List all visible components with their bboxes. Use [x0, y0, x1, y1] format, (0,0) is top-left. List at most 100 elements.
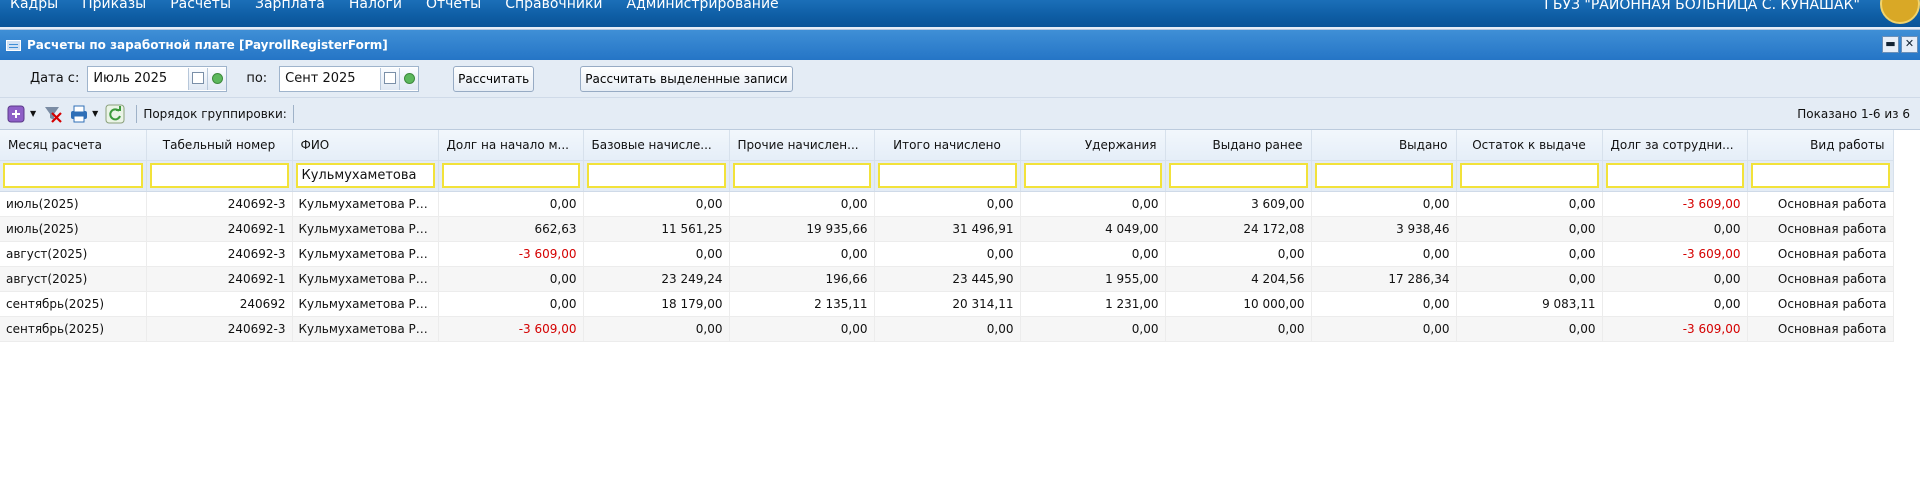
table-cell: 0,00: [1311, 316, 1457, 342]
column-header[interactable]: Удержания: [1020, 130, 1166, 161]
add-icon[interactable]: [6, 103, 28, 125]
column-filter-input[interactable]: [586, 163, 726, 188]
date-to-field[interactable]: Сент 2025: [279, 65, 420, 92]
column-filter-input[interactable]: [3, 163, 143, 188]
table-cell: -3 609,00: [438, 316, 584, 342]
chevron-down-icon[interactable]: ▼: [30, 109, 36, 118]
table-cell: -3 609,00: [1602, 191, 1748, 217]
table-row[interactable]: август(2025) 240692-1 Кульмухаметова Ро...…: [0, 266, 1894, 292]
column-header[interactable]: Месяц расчета: [0, 130, 147, 161]
column-filter-input[interactable]: [149, 163, 289, 188]
table-cell: 0,00: [1311, 241, 1457, 267]
table-cell: август(2025): [0, 241, 147, 267]
calendar-icon[interactable]: [188, 67, 208, 90]
date-from-value[interactable]: Июль 2025: [88, 71, 188, 86]
table-cell: 9 083,11: [1456, 291, 1603, 317]
column-filter-input[interactable]: [732, 163, 871, 188]
calculate-button[interactable]: Рассчитать: [453, 65, 535, 92]
table-cell: 20 314,11: [874, 291, 1021, 317]
table-row[interactable]: август(2025) 240692-3 Кульмухаметова Ро...…: [0, 241, 1894, 267]
column-filter-input[interactable]: [1459, 163, 1599, 188]
calendar-icon[interactable]: [380, 67, 400, 90]
top-menu-bar: Кадры Приказы Расчеты Зарплата Налоги Отчеты С…: [0, 0, 1920, 27]
print-icon[interactable]: [68, 103, 90, 125]
table-cell: 0,00: [1456, 216, 1603, 242]
column-filter-input[interactable]: [1314, 163, 1453, 188]
column-filter-input[interactable]: [877, 163, 1017, 188]
column-header[interactable]: Вид работы: [1747, 130, 1894, 161]
filter-cell: [1165, 160, 1312, 192]
refresh-icon[interactable]: [104, 103, 126, 125]
column-header[interactable]: Выдано ранее: [1165, 130, 1312, 161]
column-header[interactable]: Базовые начисле...: [583, 130, 730, 161]
table-cell: 0,00: [1602, 291, 1748, 317]
column-header[interactable]: Табельный номер: [146, 130, 293, 161]
top-menu-item[interactable]: Расчеты: [170, 0, 231, 11]
column-header[interactable]: Прочие начислен...: [729, 130, 875, 161]
chevron-down-icon[interactable]: ▼: [92, 109, 98, 118]
clear-filter-icon[interactable]: [42, 103, 64, 125]
filter-bar: Дата с: Июль 2025 по: Сент 2025 Рассчита…: [0, 60, 1920, 98]
column-header[interactable]: Долг на начало м...: [438, 130, 584, 161]
top-menu-item[interactable]: Зарплата: [255, 0, 325, 11]
filter-cell: [438, 160, 584, 192]
top-menu-item[interactable]: Приказы: [82, 0, 146, 11]
table-cell: 0,00: [1456, 191, 1603, 217]
date-to-value[interactable]: Сент 2025: [280, 71, 380, 86]
table-cell: 23 249,24: [583, 266, 730, 292]
minimize-button[interactable]: ▬: [1882, 36, 1899, 53]
column-filter-input[interactable]: [1750, 163, 1890, 188]
table-cell: август(2025): [0, 266, 147, 292]
top-menu-item[interactable]: Кадры: [10, 0, 58, 11]
top-menu-item[interactable]: Отчеты: [426, 0, 481, 11]
date-refresh-icon[interactable]: [207, 67, 227, 90]
table-cell: 0,00: [1311, 291, 1457, 317]
column-filter-input[interactable]: Кульмухаметова: [295, 163, 435, 188]
date-refresh-icon[interactable]: [399, 67, 419, 90]
table-cell: июль(2025): [0, 216, 147, 242]
table-cell: Основная работа: [1747, 291, 1894, 317]
table-cell: Основная работа: [1747, 191, 1894, 217]
column-header[interactable]: ФИО: [292, 130, 439, 161]
date-from-field[interactable]: Июль 2025: [87, 65, 228, 92]
table-header-row: Месяц расчета Табельный номер ФИО Долг на н…: [0, 130, 1894, 161]
column-filter-input[interactable]: [1168, 163, 1308, 188]
table-cell: 18 179,00: [583, 291, 730, 317]
table-cell: -3 609,00: [438, 241, 584, 267]
table-cell: Кульмухаметова Ро...: [292, 216, 439, 242]
close-button[interactable]: ✕: [1901, 36, 1918, 53]
column-header[interactable]: Долг за сотрудни...: [1602, 130, 1748, 161]
table-cell: -3 609,00: [1602, 316, 1748, 342]
payroll-table: Месяц расчета Табельный номер ФИО Долг на н…: [0, 130, 1894, 342]
table-cell: 2 135,11: [729, 291, 875, 317]
table-cell: 0,00: [1456, 241, 1603, 267]
table-cell: Основная работа: [1747, 316, 1894, 342]
top-menu-item[interactable]: Налоги: [349, 0, 402, 11]
table-row[interactable]: сентябрь(2025) 240692 Кульмухаметова Ро...…: [0, 291, 1894, 317]
filter-cell: [729, 160, 875, 192]
table-cell: 0,00: [1020, 241, 1166, 267]
table-row[interactable]: июль(2025) 240692-1 Кульмухаметова Ро... 66…: [0, 216, 1894, 242]
table-cell: 3 938,46: [1311, 216, 1457, 242]
table-cell: 11 561,25: [583, 216, 730, 242]
table-cell: Основная работа: [1747, 216, 1894, 242]
window-title: Расчеты по заработной плате [PayrollRegi…: [27, 38, 388, 52]
column-header[interactable]: Выдано: [1311, 130, 1457, 161]
top-menu-item[interactable]: Справочники: [505, 0, 602, 11]
calculate-selected-button[interactable]: Рассчитать выделенные записи: [580, 65, 793, 92]
table-cell: 196,66: [729, 266, 875, 292]
table-cell: 0,00: [1020, 191, 1166, 217]
table-row[interactable]: сентябрь(2025) 240692-3 Кульмухаметова Ро.…: [0, 316, 1894, 342]
column-header[interactable]: Остаток к выдаче: [1456, 130, 1603, 161]
column-header[interactable]: Итого начислено: [874, 130, 1021, 161]
table-row[interactable]: июль(2025) 240692-3 Кульмухаметова Ро... 0,…: [0, 191, 1894, 217]
column-filter-input[interactable]: [1605, 163, 1744, 188]
column-filter-input[interactable]: [1023, 163, 1162, 188]
table-cell: 240692-3: [146, 241, 293, 267]
filter-cell: [874, 160, 1021, 192]
organization-name: ГБУЗ "РАЙОННАЯ БОЛЬНИЦА С. КУНАШАК": [1544, 0, 1860, 13]
date-from-label: Дата с:: [30, 71, 80, 86]
table-cell: 0,00: [729, 191, 875, 217]
column-filter-input[interactable]: [441, 163, 580, 188]
top-menu-item[interactable]: Администрирование: [627, 0, 779, 11]
